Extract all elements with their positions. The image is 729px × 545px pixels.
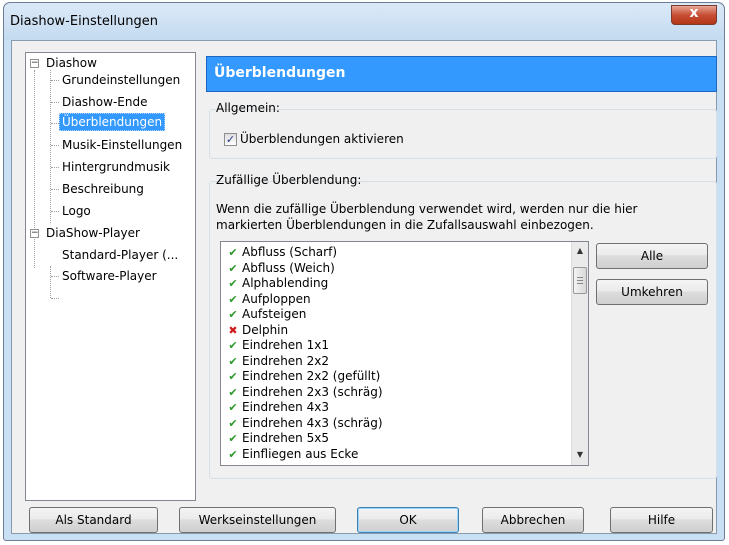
tree-item-diashow-player[interactable]: DiaShow-Player (44, 225, 142, 243)
random-group-label: Zufällige Überblendung: (216, 173, 362, 187)
tree-item-ueberblendungen[interactable]: Überblendungen (59, 113, 166, 132)
list-item[interactable]: ✔ Aufsteigen (227, 306, 306, 322)
list-item[interactable]: ✔ Eindrehen 5x5 (227, 430, 329, 446)
page-header: Überblendungen (206, 56, 717, 92)
enable-transitions-checkbox[interactable]: ✓ (224, 133, 237, 146)
scroll-down-icon[interactable]: ▼ (573, 447, 587, 463)
list-item[interactable]: ✔ Eindrehen 2x3 (schräg) (227, 384, 382, 400)
check-icon: ✔ (228, 308, 238, 321)
tree-item-beschreibung[interactable]: Beschreibung (60, 181, 146, 199)
tree-item-diashow-ende[interactable]: Diashow-Ende (60, 94, 149, 112)
collapse-icon[interactable]: − (30, 229, 39, 238)
check-icon: ✔ (228, 432, 238, 445)
collapse-icon[interactable]: − (30, 59, 39, 68)
factory-settings-button[interactable]: Werkseinstellungen (179, 507, 336, 533)
page-title: Überblendungen (214, 65, 346, 81)
list-item[interactable]: ✔ Eindrehen 4x3 (schräg) (227, 415, 382, 431)
settings-tree[interactable]: − Diashow Grundeinstellungen Diashow-End… (25, 52, 196, 501)
list-item[interactable]: ✔ Aufploppen (227, 291, 310, 307)
tree-item-logo[interactable]: Logo (60, 203, 93, 221)
list-item[interactable]: ✔ Alphablending (227, 275, 328, 291)
scroll-thumb[interactable] (573, 267, 587, 294)
tree-item-musik-einstellungen[interactable]: Musik-Einstellungen (60, 137, 184, 155)
list-scrollbar[interactable]: ▲ ▼ (571, 242, 588, 465)
check-icon: ✔ (228, 277, 238, 290)
check-icon: ✔ (228, 401, 238, 414)
enable-transitions-label[interactable]: Überblendungen aktivieren (240, 132, 404, 146)
list-item[interactable]: ✔ Eindrehen 2x2 (gefüllt) (227, 368, 380, 384)
title-bar[interactable]: Diashow-Einstellungen x (4, 3, 724, 40)
transitions-list[interactable]: ✔ Abfluss (Scharf) ✔ Abfluss (Weich) ✔ Alph… (220, 241, 589, 466)
random-description: Wenn die zufällige Überblendung verwende… (216, 202, 638, 232)
list-item[interactable]: ✔ Abfluss (Weich) (227, 260, 334, 276)
invert-selection-button[interactable]: Umkehren (596, 279, 708, 305)
list-item[interactable]: ✔ Eindrehen 4x3 (227, 399, 329, 415)
cancel-button[interactable]: Abbrechen (482, 507, 584, 533)
tree-item-standard-player[interactable]: Standard-Player (... (60, 247, 180, 265)
tree-item-diashow[interactable]: Diashow (44, 55, 99, 73)
scroll-up-icon[interactable]: ▲ (573, 243, 587, 259)
select-all-button[interactable]: Alle (596, 243, 708, 269)
tree-item-hintergrundmusik[interactable]: Hintergrundmusik (60, 159, 172, 177)
list-item[interactable]: ✔ Einfliegen aus Ecke (227, 446, 358, 462)
close-icon: x (689, 5, 699, 21)
list-item[interactable]: ✔ Abfluss (Scharf) (227, 244, 337, 260)
list-item[interactable]: ✔ Eindrehen 1x1 (227, 337, 329, 353)
check-icon: ✔ (228, 339, 238, 352)
checkmark-icon: ✓ (225, 133, 236, 146)
check-icon: ✔ (228, 246, 238, 259)
general-group-label: Allgemein: (216, 101, 280, 115)
tree-item-software-player[interactable]: Software-Player (60, 268, 159, 286)
list-item[interactable]: ✖ Delphin (227, 322, 288, 338)
close-button[interactable]: x (671, 5, 717, 25)
dialog-window: Diashow-Einstellungen x − Diashow Grunde… (3, 2, 725, 541)
window-title: Diashow-Einstellungen (10, 14, 159, 29)
check-icon: ✔ (228, 448, 238, 461)
as-default-button[interactable]: Als Standard (29, 507, 158, 533)
check-icon: ✔ (228, 370, 238, 383)
help-button[interactable]: Hilfe (610, 507, 713, 533)
ok-button[interactable]: OK (357, 507, 459, 533)
list-item[interactable]: ✔ Eindrehen 2x2 (227, 353, 329, 369)
tree-item-grundeinstellungen[interactable]: Grundeinstellungen (60, 72, 182, 90)
